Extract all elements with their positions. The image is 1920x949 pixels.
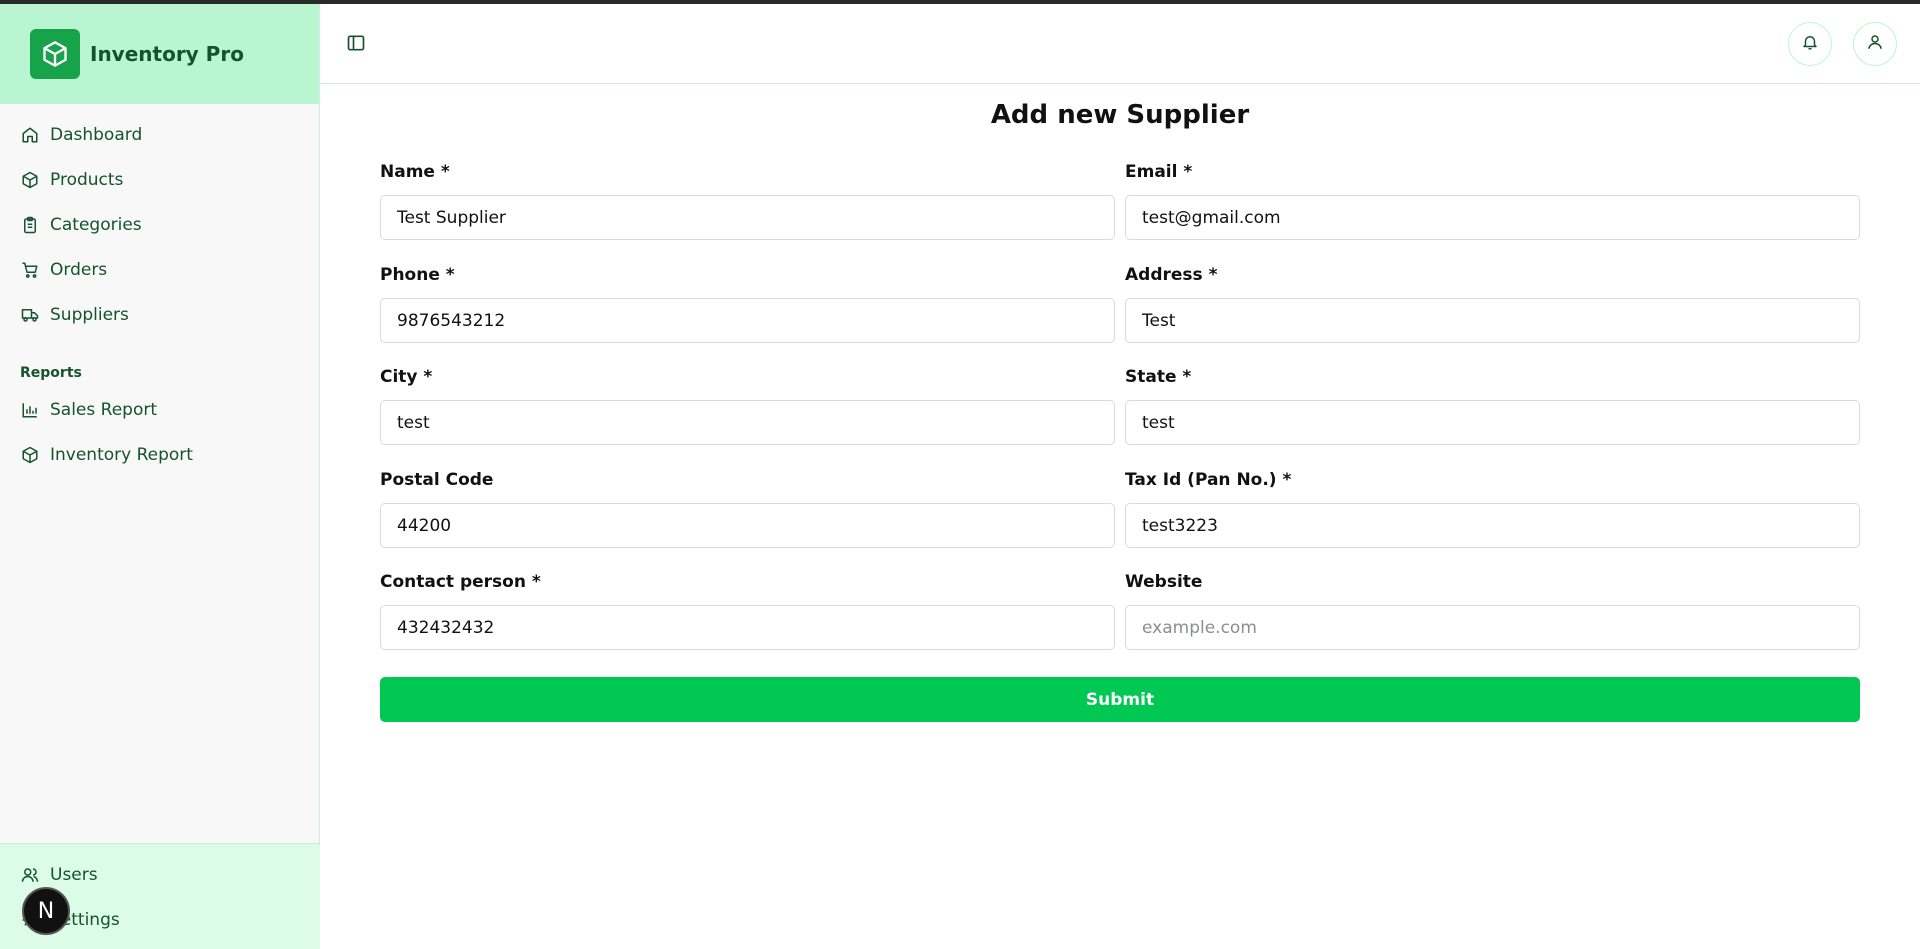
main-content: Add new Supplier Name * Email * Phone * … [320,84,1920,949]
clipboard-icon [20,215,40,235]
postal-code-label: Postal Code [380,470,494,490]
package-icon [20,170,40,190]
sidebar-item-label: Categories [50,214,142,235]
tax-id-field[interactable] [1125,503,1860,548]
sidebar-item-label: Inventory Report [50,444,193,465]
home-icon [20,125,40,145]
submit-button[interactable]: Submit [380,677,1860,722]
bar-chart-icon [20,400,40,420]
state-label: State * [1125,367,1192,387]
sidebar-item-dashboard[interactable]: Dashboard [0,112,319,157]
phone-label: Phone * [380,265,455,285]
contact-person-field[interactable] [380,605,1115,650]
name-label: Name * [380,162,450,182]
postal-code-field-group: Postal Code [380,469,1115,548]
sidebar-item-label: Products [50,169,124,190]
tax-id-label: Tax Id (Pan No.) * [1125,470,1292,490]
contact-person-field-group: Contact person * [380,571,1115,650]
name-field[interactable] [380,195,1115,240]
sidebar-footer: Users Settings N [0,843,320,949]
users-icon [20,865,40,885]
sidebar-item-label: Suppliers [50,304,129,325]
notifications-button[interactable] [1788,22,1832,66]
contact-person-label: Contact person * [380,572,541,592]
sidebar-item-label: Dashboard [50,124,143,145]
sidebar-item-suppliers[interactable]: Suppliers [0,292,319,337]
address-field-group: Address * [1125,264,1860,343]
package-icon [20,445,40,465]
dev-tools-badge[interactable]: N [22,887,70,935]
reports-heading: Reports [20,365,82,381]
website-field-group: Website [1125,571,1860,650]
sidebar-item-inventory-report[interactable]: Inventory Report [0,432,319,477]
website-label: Website [1125,572,1203,592]
user-icon [1866,33,1884,55]
address-label: Address * [1125,265,1218,285]
city-field[interactable] [380,400,1115,445]
app-name: Inventory Pro [90,42,244,66]
postal-code-field[interactable] [380,503,1115,548]
state-field[interactable] [1125,400,1860,445]
sidebar-item-sales-report[interactable]: Sales Report [0,387,319,432]
main-nav: Dashboard Products Categories Orders Sup… [0,104,319,477]
profile-button[interactable] [1853,22,1897,66]
top-header [320,4,1920,84]
phone-field-group: Phone * [380,264,1115,343]
sidebar-item-label: Sales Report [50,399,158,420]
cart-icon [20,260,40,280]
website-field[interactable] [1125,605,1860,650]
name-field-group: Name * [380,161,1115,240]
sidebar-item-label: Orders [50,259,108,280]
sidebar-toggle-icon[interactable] [346,33,368,55]
page-title: Add new Supplier [990,100,1250,130]
phone-field[interactable] [380,298,1115,343]
email-label: Email * [1125,162,1193,182]
sidebar-item-categories[interactable]: Categories [0,202,319,247]
cube-logo-icon [30,29,80,79]
brand[interactable]: Inventory Pro [0,4,319,104]
email-field-group: Email * [1125,161,1860,240]
sidebar-item-orders[interactable]: Orders [0,247,319,292]
city-field-group: City * [380,366,1115,445]
sidebar-item-products[interactable]: Products [0,157,319,202]
bell-icon [1801,33,1819,55]
address-field[interactable] [1125,298,1860,343]
sidebar: Inventory Pro Dashboard Products Categor… [0,4,320,949]
truck-icon [20,305,40,325]
sidebar-item-label: Users [50,864,98,885]
state-field-group: State * [1125,366,1860,445]
city-label: City * [380,367,433,387]
badge-letter: N [37,898,55,924]
tax-id-field-group: Tax Id (Pan No.) * [1125,469,1860,548]
email-field[interactable] [1125,195,1860,240]
